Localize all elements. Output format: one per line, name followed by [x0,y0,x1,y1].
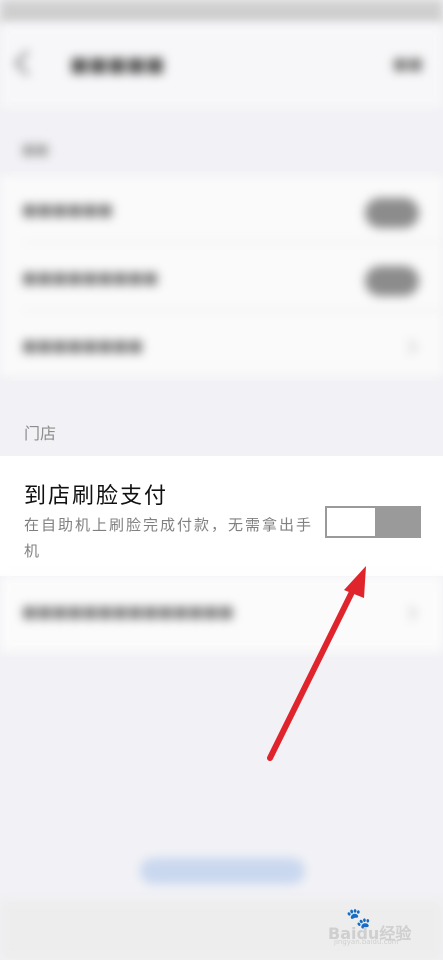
face-pay-title: 到店刷脸支付 [24,484,169,509]
face-pay-description: 在自助机上刷脸完成付款，无需拿出手机 [24,516,314,560]
face-pay-toggle[interactable] [325,506,421,538]
face-pay-setting: 到店刷脸支付 在自助机上刷脸完成付款，无需拿出手机 [0,456,443,576]
blurred-row[interactable]: ■■■■■■ [22,200,113,219]
divider [22,310,443,311]
settings-card-blurred: ■■■■■■ ■■■■■■■■■ ■■■■■■■■ [0,176,443,376]
section-label-blurred: ■■ [22,142,49,158]
chevron-right-icon [402,339,418,355]
bottom-link-blurred[interactable] [140,858,305,884]
back-arrow-icon[interactable] [14,50,40,76]
blurred-setting-row: ■■■■■■■■■■■■■■ [0,576,443,652]
blurred-row[interactable]: ■■■■■■■■ [22,336,143,355]
toggle-knob [327,508,375,536]
chevron-right-icon [402,605,418,621]
header-action[interactable]: ■■ [393,54,423,73]
divider [22,242,443,243]
blurred-toggle[interactable] [365,198,419,228]
blurred-row[interactable]: ■■■■■■■■■ [22,268,158,287]
watermark-url: jingyan.baidu.com [334,938,399,946]
page-title: ■■■■■ [70,52,165,76]
blurred-row[interactable]: ■■■■■■■■■■■■■■ [22,602,234,621]
top-header: ■■■■■ ■■ [0,24,443,108]
status-bar [0,0,443,24]
baidu-watermark: 🐾 Baidu经验 jingyan.baidu.com [328,904,436,948]
blurred-toggle[interactable] [365,266,419,296]
store-section-label: 门店 [24,424,57,443]
